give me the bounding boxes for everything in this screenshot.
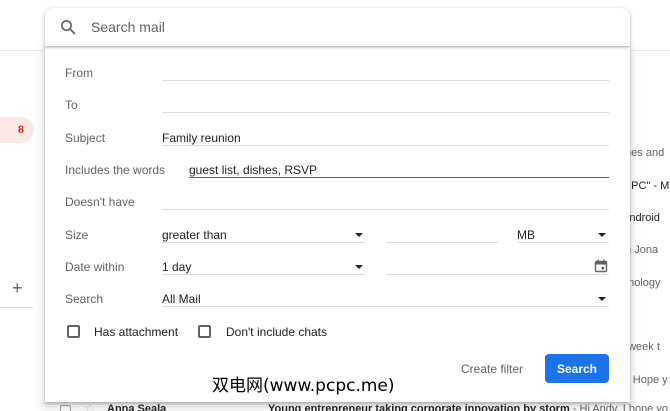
size-unit-value: MB: [517, 228, 535, 242]
to-field-underline[interactable]: [162, 112, 609, 113]
email-subject: Young entrepreneur taking corporate inno…: [268, 403, 668, 411]
from-label: From: [65, 66, 93, 80]
includes-words-label: Includes the words: [65, 163, 166, 177]
plus-icon[interactable]: +: [12, 278, 23, 298]
size-unit-underline: [517, 242, 609, 243]
dropdown-arrow-icon: [598, 297, 606, 301]
has-attachment-checkbox[interactable]: [67, 325, 80, 338]
search-bar: [45, 8, 630, 46]
email-subject-snippet: - Hi Andy, I hope yo: [569, 403, 668, 411]
dropdown-arrow-icon: [355, 265, 363, 269]
search-in-value: All Mail: [162, 292, 201, 306]
includes-words-underline[interactable]: [189, 177, 609, 178]
dropdown-arrow-icon: [598, 233, 606, 237]
date-within-label: Date within: [65, 260, 125, 274]
search-in-underline: [162, 306, 609, 307]
size-amount-underline[interactable]: [386, 242, 498, 243]
doesnt-have-label: Doesn't have: [65, 195, 135, 209]
search-icon[interactable]: [59, 18, 77, 36]
table-row[interactable]: ☆ Anna Seala Young entrepreneur taking c…: [0, 402, 670, 411]
sidebar-divider: [0, 307, 34, 308]
date-field-underline[interactable]: [386, 274, 609, 275]
search-in-label: Search: [65, 292, 104, 306]
doesnt-have-underline[interactable]: [162, 209, 609, 210]
email-subject-text: Young entrepreneur taking corporate inno…: [268, 403, 570, 411]
search-button[interactable]: Search: [545, 354, 609, 383]
to-label: To: [65, 98, 78, 112]
dont-include-chats-label[interactable]: Don't include chats: [226, 325, 327, 339]
calendar-icon[interactable]: [594, 259, 608, 273]
date-within-underline: [162, 274, 365, 275]
watermark: 双电网(www.pcpc.me): [208, 374, 399, 398]
subject-field[interactable]: Family reunion: [162, 131, 241, 145]
subject-label: Subject: [65, 131, 106, 145]
from-field-underline[interactable]: [162, 80, 609, 81]
row-checkbox[interactable]: [60, 405, 71, 411]
unread-count-badge: 8: [17, 124, 24, 136]
date-within-value: 1 day: [162, 260, 192, 274]
inbox-unread-count[interactable]: 8: [0, 117, 34, 143]
star-icon[interactable]: ☆: [84, 402, 96, 411]
has-attachment-label[interactable]: Has attachment: [94, 325, 178, 339]
dont-include-chats-checkbox[interactable]: [198, 325, 211, 338]
subject-field-underline[interactable]: [162, 145, 609, 146]
create-filter-button[interactable]: Create filter: [448, 358, 536, 380]
email-sender: Anna Seala: [107, 403, 167, 411]
includes-words-field[interactable]: guest list, dishes, RSVP: [189, 163, 317, 177]
size-comparator-value: greater than: [162, 228, 227, 242]
size-label: Size: [65, 228, 89, 242]
dropdown-arrow-icon: [355, 233, 363, 237]
search-input[interactable]: [91, 17, 491, 37]
size-comparator-underline: [162, 242, 365, 243]
advanced-search-panel: From To Subject Family reunion Includes …: [45, 46, 630, 402]
